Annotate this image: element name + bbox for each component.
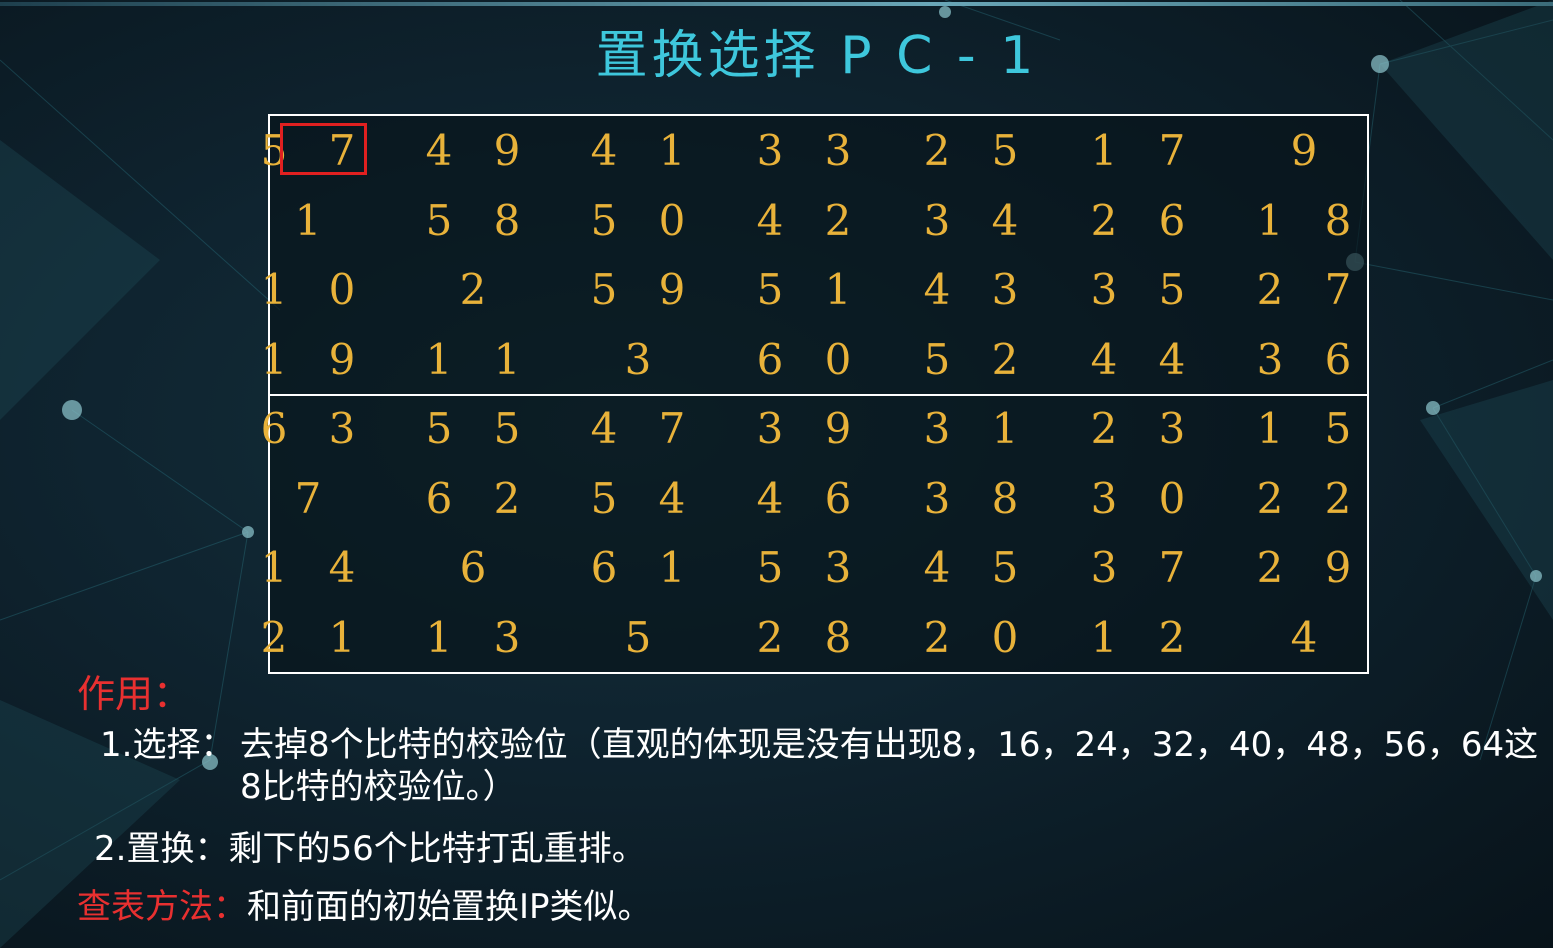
table-cell: 3 1 — [923, 404, 1033, 453]
table-cell: 4 3 — [923, 265, 1033, 314]
table-cell: 3 5 — [1090, 265, 1200, 314]
table-cell: 5 4 — [590, 473, 700, 523]
table-cell: 1 9 — [260, 334, 370, 384]
table-cell: 6 2 — [425, 473, 535, 523]
table-cell: 1 — [294, 195, 336, 245]
table-cell: 3 3 — [756, 126, 866, 175]
table-top-block: 5 74 94 13 32 51 7915 85 04 23 42 61 81 … — [261, 116, 1367, 396]
table-cell: 3 4 — [923, 195, 1033, 245]
table-cell: 2 — [459, 265, 501, 314]
table-cell: 1 1 — [425, 334, 535, 384]
table-cell: 4 — [1290, 612, 1332, 662]
table-cell: 2 8 — [756, 612, 866, 662]
table-cell: 6 0 — [756, 334, 866, 384]
table-cell: 2 7 — [1256, 265, 1366, 314]
table-cell: 3 — [624, 334, 666, 384]
table-cell: 3 0 — [1090, 473, 1200, 523]
table-cell: 7 — [294, 473, 336, 523]
table-cell: 1 5 — [1256, 404, 1366, 453]
table-cell: 6 3 — [260, 404, 370, 453]
table-row: 5 74 94 13 32 51 79 — [261, 116, 1367, 186]
note-item-2: 2.置换：剩下的56个比特打乱重排。 — [94, 829, 646, 869]
table-cell: 2 9 — [1256, 543, 1366, 592]
table-row: 6 3 5 5 4 7 3 9 3 1 2 3 1 5 — [261, 394, 1367, 464]
slide-title: 置换选择 P C - 1 — [595, 26, 1038, 86]
table-cell: 6 — [459, 543, 501, 592]
table-cell: 4 7 — [590, 404, 700, 453]
table-cell: 1 3 — [425, 612, 535, 662]
table-cell: 5 2 — [923, 334, 1033, 384]
table-cell: 2 0 — [923, 612, 1033, 662]
table-cell: 4 1 — [590, 126, 700, 175]
table-cell: 3 9 — [756, 404, 866, 453]
table-cell: 5 9 — [590, 265, 700, 314]
table-cell: 3 6 — [1256, 334, 1366, 384]
table-cell: 1 2 — [1090, 612, 1200, 662]
lookup-label: 查表方法： — [77, 887, 247, 927]
table-cell: 5 5 — [425, 404, 535, 453]
table-row: 1 9 1 1 3 6 0 5 2 4 4 3 6 — [261, 325, 1367, 395]
table-cell: 9 — [1290, 126, 1332, 175]
table-row: 7 6 2 5 4 4 6 3 8 3 0 2 2 — [270, 464, 1367, 534]
lookup-text: 和前面的初始置换IP类似。 — [247, 887, 652, 927]
table-cell: 3 8 — [923, 473, 1033, 523]
table-row: 2 1 1 3 5 2 8 2 0 1 2 4 — [261, 603, 1367, 673]
note-item-1: 1.选择： 去掉8个比特的校验位（直观的体现是没有出现8，16，24，32，40… — [100, 724, 1540, 807]
table-row: 1 4 6 6 1 5 3 4 5 3 7 2 9 — [261, 533, 1367, 603]
table-cell: 1 4 — [260, 543, 370, 592]
table-cell: 4 9 — [425, 126, 535, 175]
note-item-1-number: 1.选择： — [100, 725, 235, 765]
table-cell: 2 1 — [260, 612, 370, 662]
table-cell: 3 7 — [1090, 543, 1200, 592]
table-cell: 2 3 — [1090, 404, 1200, 453]
lookup-method: 查表方法：和前面的初始置换IP类似。 — [77, 886, 652, 928]
top-border-line — [0, 2, 1553, 6]
table-cell: 5 — [624, 612, 666, 662]
table-cell: 1 7 — [1090, 126, 1200, 175]
table-cell: 5 3 — [756, 543, 866, 592]
table-cell: 2 6 — [1090, 195, 1200, 245]
pc1-permutation-table: 5 74 94 13 32 51 7915 85 04 23 42 61 81 … — [261, 114, 1369, 674]
table-cell: 1 8 — [1256, 195, 1366, 245]
table-cell: 4 4 — [1090, 334, 1200, 384]
table-row: 1 0 2 5 9 5 1 4 3 3 5 2 7 — [261, 255, 1367, 325]
highlight-box — [280, 123, 367, 175]
table-cell: 4 6 — [756, 473, 866, 523]
note-item-1-text: 去掉8个比特的校验位（直观的体现是没有出现8，16，24，32，40，48，56… — [240, 725, 1539, 807]
table-cell: 1 0 — [260, 265, 370, 314]
table-cell: 5 0 — [590, 195, 700, 245]
table-cell: 6 1 — [590, 543, 700, 592]
table-cell: 5 1 — [756, 265, 866, 314]
table-row: 1 5 8 5 0 4 2 3 4 2 6 1 8 — [270, 186, 1367, 256]
table-cell: 4 2 — [756, 195, 866, 245]
table-cell: 4 5 — [923, 543, 1033, 592]
table-cell: 2 2 — [1256, 473, 1366, 523]
table-bottom-block: 6 3 5 5 4 7 3 9 3 1 2 3 1 5 7 6 2 5 4 4 6 3 8 3 0 2 2… — [261, 394, 1367, 673]
table-cell: 2 5 — [923, 126, 1033, 175]
role-label: 作用： — [77, 672, 192, 716]
table-cell: 5 8 — [425, 195, 535, 245]
